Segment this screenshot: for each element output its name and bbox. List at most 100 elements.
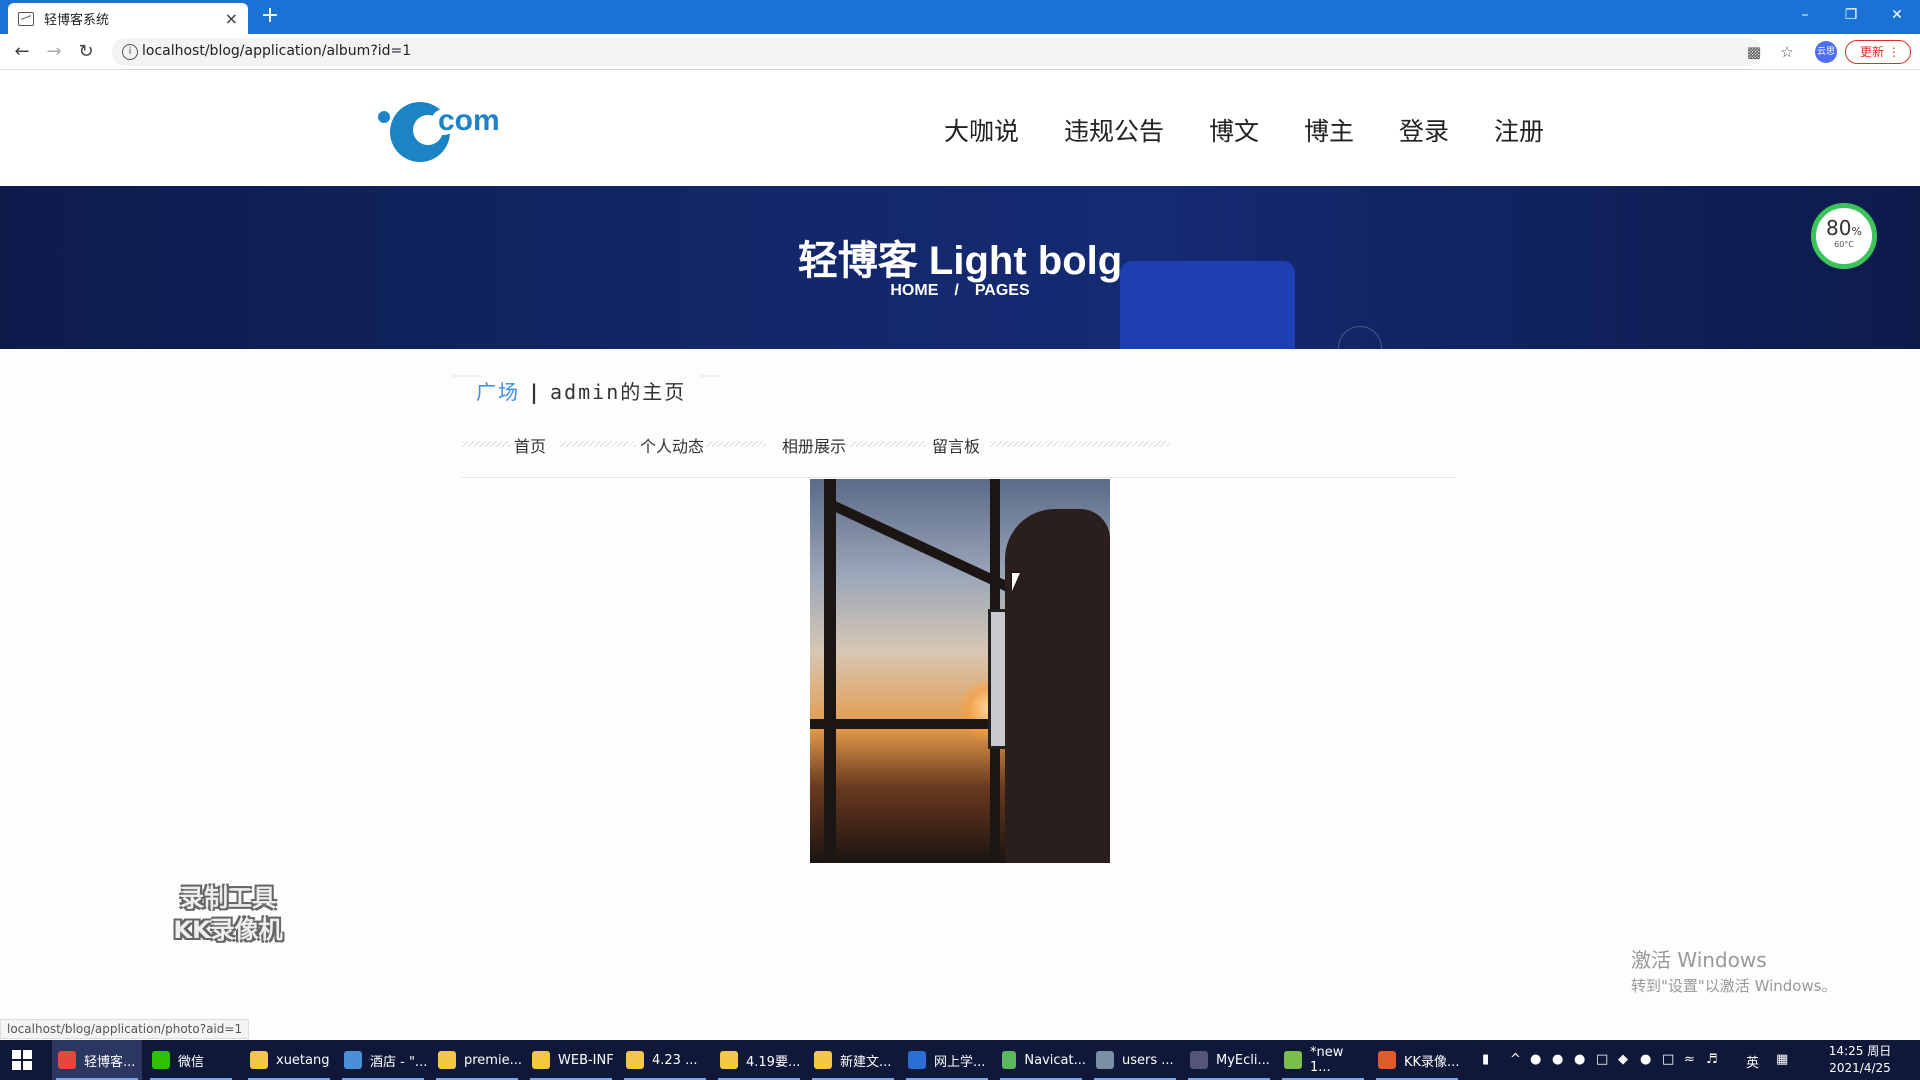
taskbar-clock[interactable]: 14:25 周日 2021/4/25 xyxy=(1810,1043,1910,1077)
clock-date: 2021/4/25 xyxy=(1829,1061,1891,1075)
back-icon[interactable]: ← xyxy=(10,40,34,64)
site-logo[interactable]: com xyxy=(374,94,500,164)
taskbar-item-label: Navicat... xyxy=(1024,1052,1086,1068)
tray-app-icon[interactable]: ● xyxy=(1552,1052,1563,1067)
reload-icon[interactable]: ↻ xyxy=(74,40,98,64)
taskbar-app-icon xyxy=(1096,1051,1114,1069)
taskbar-hotel-button[interactable]: 酒店 - "... xyxy=(338,1040,428,1080)
nav-link-posts[interactable]: 博文 xyxy=(1209,112,1259,148)
taskbar-myeclipse-button[interactable]: MyEcli... xyxy=(1184,1040,1274,1080)
taskbar-wechat-button[interactable]: 微信 xyxy=(146,1040,236,1080)
translate-icon[interactable]: ▩ xyxy=(1744,42,1764,62)
battery-icon[interactable]: ▮ xyxy=(1482,1052,1489,1067)
clock-time: 14:25 周日 xyxy=(1828,1044,1892,1058)
banner-circle-decoration xyxy=(1338,326,1382,349)
new-tab-button[interactable]: + xyxy=(258,4,282,28)
tray-expand-icon[interactable]: ^ xyxy=(1510,1052,1521,1067)
crumb-pages: PAGES xyxy=(974,282,1030,299)
taskbar-kk-recorder-icon xyxy=(1378,1051,1396,1069)
logo-text: com xyxy=(438,104,500,137)
subnav-activity[interactable]: 个人动态 xyxy=(640,433,704,457)
taskbar-folder-button[interactable]: 4.23 ... xyxy=(620,1040,710,1080)
taskbar-item-label: 微信 xyxy=(178,1054,205,1070)
taskbar-folder-button[interactable]: WEB-INF xyxy=(526,1040,616,1080)
subnav-decoration xyxy=(706,441,766,447)
taskbar-notepad-icon xyxy=(1284,1051,1302,1069)
taskbar-folder-button[interactable]: xuetang xyxy=(244,1040,334,1080)
tab-close-icon[interactable]: × xyxy=(225,9,238,28)
subnav-decoration xyxy=(850,441,926,447)
ime-indicator[interactable]: 英 xyxy=(1746,1052,1759,1071)
subnav-guestbook[interactable]: 留言板 xyxy=(932,433,980,457)
wechat-tray-icon[interactable]: ● xyxy=(1640,1052,1651,1067)
minimize-icon[interactable]: – xyxy=(1782,0,1828,30)
update-button[interactable]: 更新 ⋮ xyxy=(1845,40,1911,64)
nav-link-dakashuo[interactable]: 大咖说 xyxy=(944,112,1019,148)
tray-app-icon[interactable]: □ xyxy=(1596,1052,1608,1067)
windows-start-icon[interactable] xyxy=(12,1050,32,1070)
banner-title: 轻博客 Light bolg xyxy=(797,239,1123,283)
taskbar-word-button[interactable]: 网上学... xyxy=(902,1040,992,1080)
taskbar-item-label: WEB-INF xyxy=(558,1052,614,1068)
taskbar-kk-recorder-button[interactable]: KK录像... xyxy=(1372,1040,1462,1080)
subnav-decoration xyxy=(560,441,636,447)
volume-icon[interactable]: ♬ xyxy=(1706,1052,1718,1067)
gauge-unit: % xyxy=(1851,225,1862,238)
taskbar-wechat-icon xyxy=(152,1051,170,1069)
content-divider xyxy=(462,477,1456,478)
bookmark-star-icon[interactable]: ☆ xyxy=(1777,42,1797,62)
restore-icon[interactable]: ❐ xyxy=(1828,0,1874,30)
album-photo[interactable] xyxy=(810,479,1110,863)
crumb-home[interactable]: HOME xyxy=(890,282,938,299)
window-close-icon[interactable]: ✕ xyxy=(1874,0,1920,30)
keyboard-icon[interactable]: ▦ xyxy=(1776,1052,1788,1067)
browser-tab[interactable]: 轻博客系统 × xyxy=(8,3,248,34)
windows-taskbar: 轻博客... 微信 xuetang 酒店 - "... premie... WEB-INF… xyxy=(0,1040,1920,1080)
taskbar-navicat-button[interactable]: Navicat... xyxy=(996,1040,1086,1080)
wifi-icon[interactable]: ≈ xyxy=(1684,1052,1695,1067)
nav-link-notice[interactable]: 违规公告 xyxy=(1064,112,1164,148)
taskbar-item-label: 酒店 - "... xyxy=(370,1054,428,1070)
taskbar-item-label: 轻博客... xyxy=(84,1054,136,1070)
subnav-home[interactable]: 首页 xyxy=(514,433,546,457)
mouse-cursor-icon xyxy=(1012,573,1020,591)
taskbar-item-label: 网上学... xyxy=(934,1054,986,1070)
profile-avatar[interactable]: 云思 xyxy=(1815,41,1837,63)
site-header: com 大咖说 违规公告 博文 博主 登录 注册 xyxy=(0,70,1920,186)
tray-app-icon[interactable]: ● xyxy=(1530,1052,1541,1067)
banner-breadcrumb: HOME / PAGES xyxy=(0,282,1920,300)
browser-tab-bar: 轻博客系统 × + – ❐ ✕ xyxy=(0,0,1920,34)
url-field[interactable]: i localhost/blog/application/album?id=1 xyxy=(112,38,1762,66)
activate-hint: 转到"设置"以激活 Windows。 xyxy=(1631,977,1837,995)
taskbar-hotel-icon xyxy=(344,1051,362,1069)
taskbar-item-label: premie... xyxy=(464,1052,522,1068)
taskbar-item-label: xuetang xyxy=(276,1052,330,1068)
taskbar-folder-button[interactable]: premie... xyxy=(432,1040,522,1080)
taskbar-folder-button[interactable]: 新建文... xyxy=(808,1040,898,1080)
taskbar-folder-icon xyxy=(250,1051,268,1069)
tray-app-icon[interactable]: □ xyxy=(1662,1052,1674,1067)
subnav-album[interactable]: 相册展示 xyxy=(782,433,846,457)
tray-app-icon[interactable]: ◆ xyxy=(1618,1052,1628,1067)
taskbar-app-button[interactable]: users ... xyxy=(1090,1040,1180,1080)
cpu-usage-gauge[interactable]: 80% 60°C xyxy=(1811,203,1877,269)
link-status-bubble: localhost/blog/application/photo?aid=1 xyxy=(0,1019,250,1039)
square-link[interactable]: 广场 xyxy=(476,380,520,404)
nav-link-register[interactable]: 注册 xyxy=(1494,112,1544,148)
taskbar-item-label: 4.23 ... xyxy=(652,1052,698,1068)
url-text: localhost/blog/application/album?id=1 xyxy=(142,43,412,59)
crumb-separator: / xyxy=(954,282,959,299)
taskbar-folder-button[interactable]: 4.19要... xyxy=(714,1040,804,1080)
tray-app-icon[interactable]: ● xyxy=(1574,1052,1585,1067)
taskbar-chrome-button[interactable]: 轻博客... xyxy=(52,1040,142,1080)
taskbar-folder-icon xyxy=(814,1051,832,1069)
photo-person-silhouette xyxy=(1005,509,1110,863)
taskbar-notepad-button[interactable]: *new 1... xyxy=(1278,1040,1368,1080)
nav-link-login[interactable]: 登录 xyxy=(1399,112,1449,148)
taskbar-folder-icon xyxy=(438,1051,456,1069)
nav-link-bloggers[interactable]: 博主 xyxy=(1304,112,1354,148)
forward-icon[interactable]: → xyxy=(42,40,66,64)
taskbar-navicat-icon xyxy=(1002,1051,1017,1069)
taskbar-chrome-icon xyxy=(58,1051,76,1069)
site-info-icon[interactable]: i xyxy=(122,44,138,60)
